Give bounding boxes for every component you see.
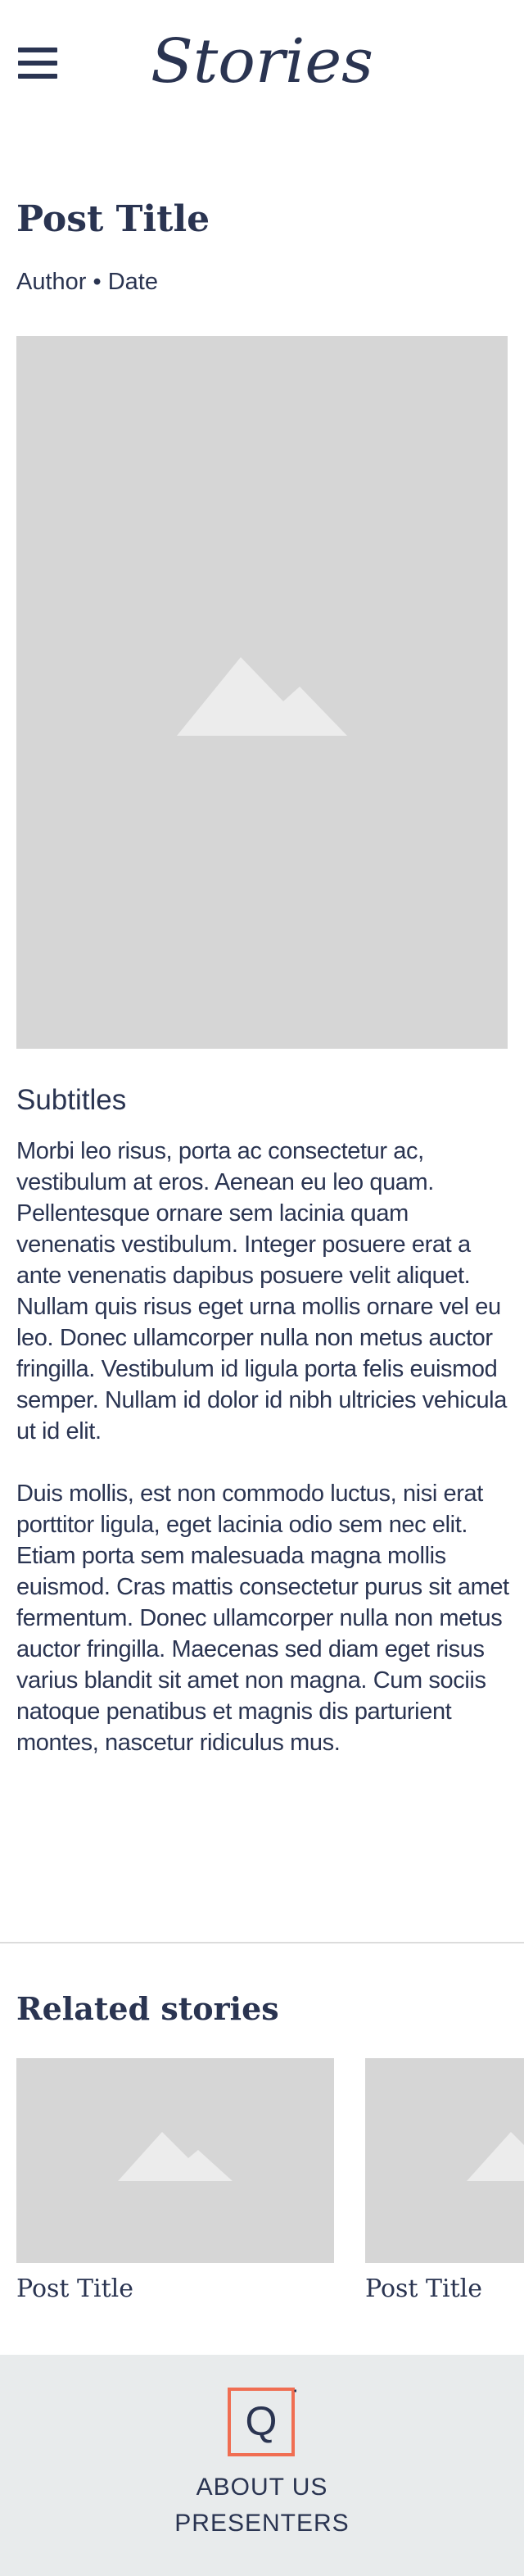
related-stories-carousel[interactable]: Post Title Post Title [0, 2058, 524, 2312]
body-paragraph: Morbi leo risus, porta ac consectetur ac… [16, 1138, 507, 1444]
related-stories-heading: Related stories [16, 1990, 279, 2027]
q-logo-letter: Q [246, 2398, 278, 2444]
q-logo-icon[interactable]: Q [228, 2388, 296, 2456]
related-story-title[interactable]: Post Title [16, 2273, 334, 2306]
related-story-card[interactable]: Post Title [365, 2058, 524, 2306]
hero-image-placeholder [16, 336, 508, 1049]
presenters-link[interactable]: PRESENTERS [0, 2506, 524, 2542]
site-footer: Q ABOUT US PRESENTERS [0, 2355, 524, 2576]
about-us-link[interactable]: ABOUT US [0, 2469, 524, 2506]
hamburger-menu-icon[interactable] [18, 48, 57, 79]
image-placeholder-icon [118, 2132, 233, 2181]
body-paragraph: Duis mollis, est non commodo luctus, nis… [16, 1481, 509, 1756]
related-story-image[interactable] [365, 2058, 524, 2263]
post-title: Post Title [16, 198, 210, 240]
post-subtitle: Subtitles [16, 1084, 127, 1116]
related-story-image[interactable] [16, 2058, 334, 2263]
image-placeholder-icon [177, 657, 347, 736]
post-author-date: Author • Date [16, 269, 158, 295]
section-divider [0, 1942, 524, 1943]
related-story-title[interactable]: Post Title [365, 2273, 524, 2306]
image-placeholder-icon [467, 2132, 524, 2181]
post-body: Morbi leo risus, porta ac consectetur ac… [16, 1136, 511, 1789]
site-header: Stories [0, 0, 524, 123]
logo-text: Stories [151, 26, 373, 97]
stories-logo[interactable]: Stories [147, 15, 377, 113]
related-story-card[interactable]: Post Title [16, 2058, 334, 2306]
